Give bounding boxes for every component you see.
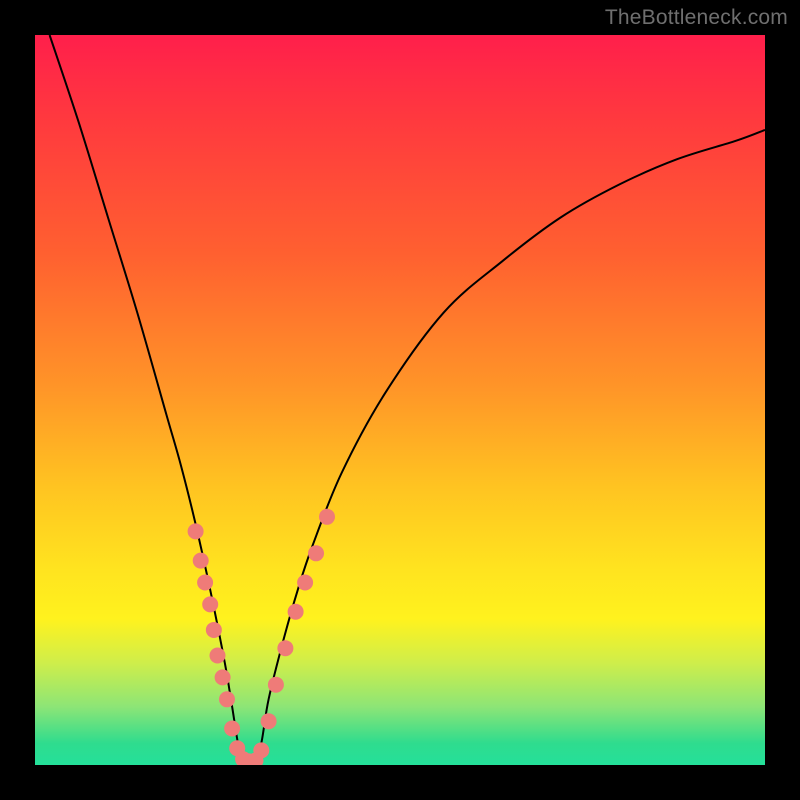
curve-marker bbox=[193, 553, 209, 569]
plot-area bbox=[35, 35, 765, 765]
curve-marker bbox=[288, 604, 304, 620]
curve-marker bbox=[224, 721, 240, 737]
curve-marker bbox=[206, 622, 222, 638]
curve-marker bbox=[215, 669, 231, 685]
curve-marker bbox=[188, 523, 204, 539]
curve-marker bbox=[308, 545, 324, 561]
bottleneck-curve-svg bbox=[35, 35, 765, 765]
curve-marker bbox=[210, 648, 226, 664]
curve-marker bbox=[268, 677, 284, 693]
curve-marker bbox=[261, 713, 277, 729]
curve-marker bbox=[197, 575, 213, 591]
curve-marker bbox=[297, 575, 313, 591]
curve-marker bbox=[319, 509, 335, 525]
curve-marker bbox=[277, 640, 293, 656]
watermark-text: TheBottleneck.com bbox=[605, 6, 788, 30]
chart-frame: TheBottleneck.com bbox=[0, 0, 800, 800]
curve-marker bbox=[202, 596, 218, 612]
curve-marker bbox=[219, 691, 235, 707]
curve-marker bbox=[253, 742, 269, 758]
bottleneck-curve-path bbox=[50, 35, 765, 765]
